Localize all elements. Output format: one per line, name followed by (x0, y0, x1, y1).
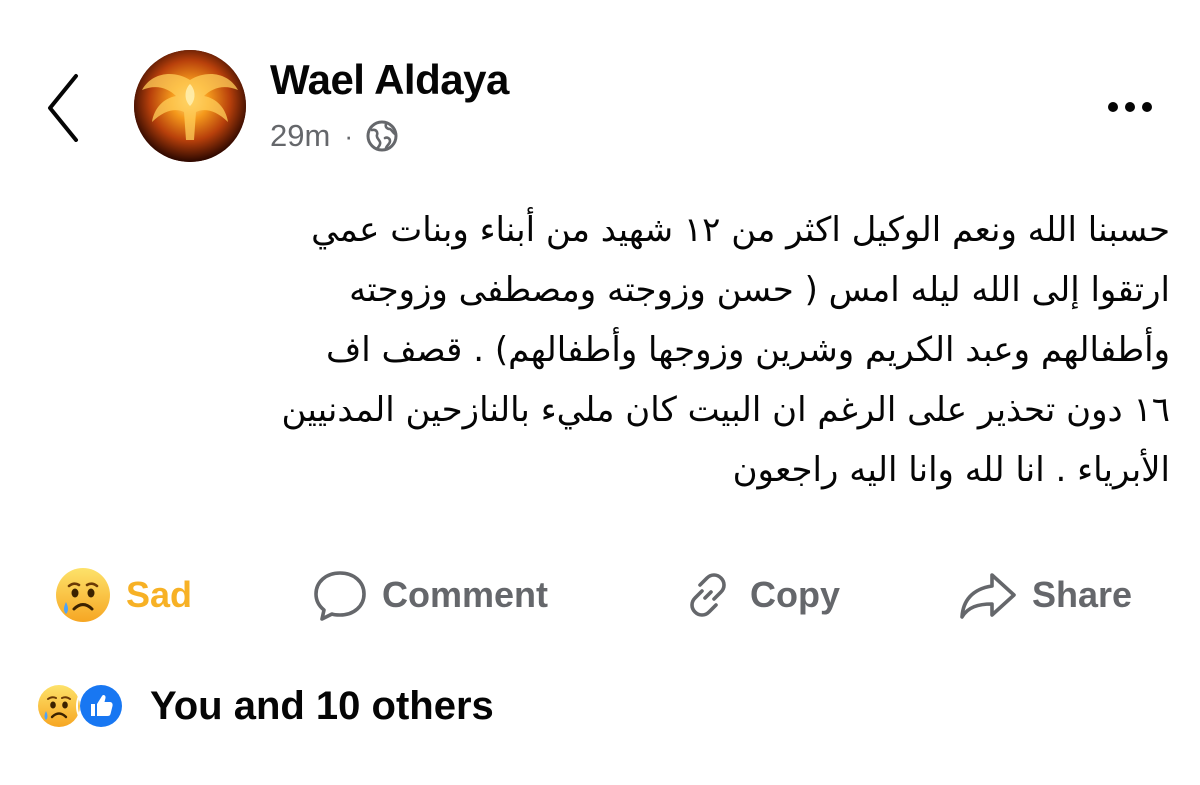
post-text-line: حسبنا الله ونعم الوكيل اكثر من ١٢ شهيد م… (311, 210, 1170, 250)
comment-bubble-icon (314, 571, 366, 621)
post-text-line: وأطفالهم وعبد الكريم وشرين وزوجها وأطفال… (325, 330, 1170, 370)
copy-label: Copy (750, 574, 840, 615)
sad-face-icon (56, 568, 110, 622)
globe-icon (366, 120, 398, 152)
link-icon (690, 573, 726, 617)
post-meta: 29m · (270, 116, 399, 156)
like-thumb-icon (76, 681, 126, 731)
author-name[interactable]: Wael Aldaya (270, 56, 509, 104)
post-text-line: ارتقوا إلى الله ليله امس ( حسن وزوجته وم… (349, 270, 1170, 310)
back-button[interactable] (40, 72, 90, 142)
copy-link-button[interactable]: Copy (680, 560, 840, 630)
more-options-button[interactable] (1100, 92, 1160, 122)
post-text-line: ١٦ دون تحذير على الرغم ان البيت كان مليء… (281, 390, 1170, 430)
chevron-left-icon (48, 74, 78, 142)
reactions-summary[interactable]: You and 10 others (34, 680, 494, 732)
sad-reaction-button[interactable]: Sad (54, 560, 192, 630)
sad-label: Sad (126, 574, 193, 615)
post-text-line: الأبرياء . انا لله وانا اليه راجعون (732, 450, 1170, 490)
share-label: Share (1032, 574, 1133, 615)
post-body: حسبنا الله ونعم الوكيل اكثر من ١٢ شهيد م… (30, 200, 1170, 500)
meta-separator: · (344, 120, 353, 151)
phoenix-avatar-image (134, 50, 246, 162)
post-actions-bar: Sad Comment Copy Share (0, 560, 1200, 630)
post-time[interactable]: 29m (270, 118, 330, 154)
more-dots-icon (1108, 102, 1152, 112)
post-header: Wael Aldaya 29m · (0, 0, 1200, 180)
reaction-icons (34, 681, 126, 731)
comment-button[interactable]: Comment (312, 560, 548, 630)
comment-label: Comment (382, 574, 549, 615)
reactions-count-text[interactable]: You and 10 others (150, 684, 494, 729)
share-button[interactable]: Share (958, 560, 1132, 630)
avatar[interactable] (134, 50, 246, 162)
share-arrow-icon (960, 573, 1016, 619)
